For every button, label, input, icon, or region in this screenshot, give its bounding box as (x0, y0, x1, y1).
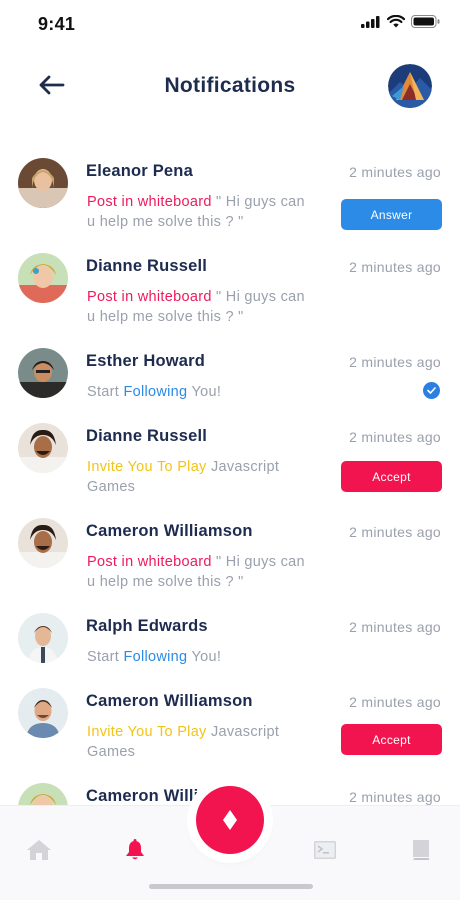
notification-highlight[interactable]: Following (123, 384, 187, 400)
list-item[interactable]: Ralph Edwards 2 minutes ago Start Follow… (0, 605, 460, 680)
notification-time: 2 minutes ago (349, 524, 441, 540)
list-item[interactable]: Cameron Williamson 2 minutes ago Invite … (0, 680, 460, 775)
avatar (18, 783, 68, 805)
diamond-icon (223, 810, 237, 830)
wifi-icon (387, 15, 405, 28)
list-item[interactable]: Esther Howard 2 minutes ago Start Follow… (0, 340, 460, 415)
nav-notifications[interactable] (120, 836, 150, 864)
book-icon (413, 840, 429, 860)
terminal-icon (314, 841, 336, 859)
status-bar: 9:41 (0, 0, 460, 48)
nav-library[interactable] (406, 836, 436, 864)
notification-highlight[interactable]: Post in whiteboard (87, 554, 212, 570)
notification-highlight[interactable]: Post in whiteboard (87, 289, 212, 305)
notification-time: 2 minutes ago (349, 619, 441, 635)
notification-name: Ralph Edwards (86, 617, 208, 635)
profile-avatar[interactable] (388, 64, 432, 108)
avatar (18, 518, 68, 568)
notification-list[interactable]: Eleanor Pena 2 minutes ago Post in white… (0, 150, 460, 805)
notification-time: 2 minutes ago (349, 259, 441, 275)
notification-name: Cameron Williamson (86, 692, 253, 710)
notification-text: Start Following You! (87, 647, 317, 667)
avatar (18, 253, 68, 303)
home-indicator (149, 884, 313, 889)
accept-button[interactable]: Accept (341, 461, 442, 492)
notification-rest: You! (187, 649, 222, 665)
create-fab-button[interactable] (196, 786, 264, 854)
notification-text: Post in whiteboard " Hi guys can u help … (87, 552, 317, 592)
avatar (18, 423, 68, 473)
notification-highlight[interactable]: Following (123, 649, 187, 665)
status-time: 9:41 (38, 14, 76, 34)
notification-time: 2 minutes ago (349, 164, 441, 180)
notification-time: 2 minutes ago (349, 429, 441, 445)
notification-prefix: Start (87, 384, 124, 400)
notification-text: Start Following You! (87, 382, 317, 402)
notification-name: Cameron Williamson (86, 522, 253, 540)
notification-highlight[interactable]: Invite You To Play (87, 724, 207, 740)
list-item[interactable]: Dianne Russell 2 minutes ago Invite You … (0, 415, 460, 510)
notification-time: 2 minutes ago (349, 354, 441, 370)
notification-text: Invite You To Play Javascript Games (87, 457, 317, 497)
notification-text: Post in whiteboard " Hi guys can u help … (87, 192, 317, 232)
avatar (18, 613, 68, 663)
notification-text: Post in whiteboard " Hi guys can u help … (87, 287, 317, 327)
nav-terminal[interactable] (310, 836, 340, 864)
notification-time: 2 minutes ago (349, 789, 441, 805)
notification-name: Esther Howard (86, 352, 206, 370)
avatar (18, 348, 68, 398)
notification-name: Eleanor Pena (86, 162, 193, 180)
list-item[interactable]: Dianne Russell 2 minutes ago Post in whi… (0, 245, 460, 340)
accept-button[interactable]: Accept (341, 724, 442, 755)
notification-name: Dianne Russell (86, 427, 208, 445)
avatar (18, 158, 68, 208)
notification-highlight[interactable]: Invite You To Play (87, 459, 207, 475)
bell-icon (126, 839, 144, 860)
list-item[interactable]: Cameron Williamson 2 minutes ago Post in… (0, 510, 460, 605)
answer-button[interactable]: Answer (341, 199, 442, 230)
signal-icon (361, 15, 380, 28)
check-icon (423, 382, 440, 399)
profile-avatar-image (388, 64, 432, 108)
notification-name: Dianne Russell (86, 257, 208, 275)
notification-highlight[interactable]: Post in whiteboard (87, 194, 212, 210)
header: Notifications (0, 60, 460, 116)
notification-prefix: Start (87, 649, 124, 665)
avatar (18, 688, 68, 738)
notification-time: 2 minutes ago (349, 694, 441, 710)
battery-icon (411, 15, 440, 28)
notification-name: Cameron Willi (86, 787, 199, 805)
status-icons (361, 15, 440, 28)
nav-home[interactable] (24, 836, 54, 864)
home-icon (27, 840, 51, 860)
list-item[interactable]: Eleanor Pena 2 minutes ago Post in white… (0, 150, 460, 245)
notification-text: Invite You To Play Javascript Games (87, 722, 317, 762)
notification-rest: You! (187, 384, 222, 400)
